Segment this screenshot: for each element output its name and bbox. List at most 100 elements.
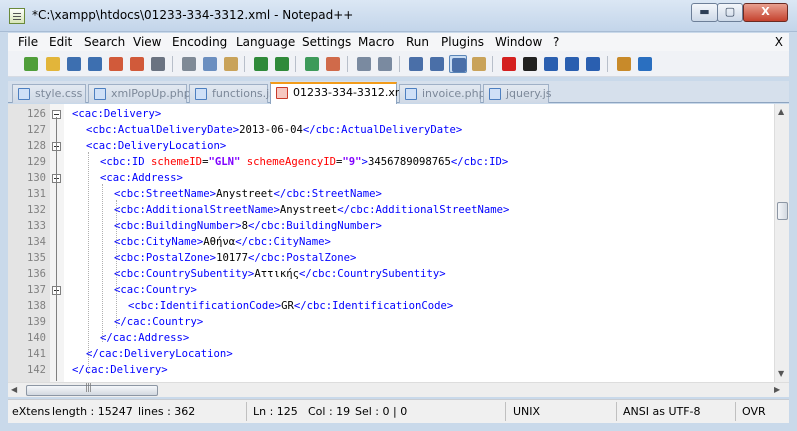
code-line[interactable]: 134 <cbc:CityName>Αθήνα</cbc:CityName> xyxy=(8,234,770,250)
code-token: <cac:DeliveryLocation> xyxy=(86,140,227,152)
status-selection: Sel : 0 | 0 xyxy=(355,405,408,418)
spellcheck-button[interactable] xyxy=(636,55,654,73)
menu-macro[interactable]: Macro xyxy=(358,35,394,49)
minimize-button[interactable]: ▬ xyxy=(691,3,718,22)
code-token: GR xyxy=(281,300,294,312)
menu-settings[interactable]: Settings xyxy=(302,35,351,49)
close-document-button[interactable]: X xyxy=(775,35,783,49)
code-line[interactable]: 140 </cac:Address> xyxy=(8,330,770,346)
horizontal-scroll-thumb[interactable] xyxy=(26,383,158,396)
code-text: <cac:Delivery> xyxy=(72,106,161,122)
zoom-out-icon xyxy=(378,57,392,71)
cut-button[interactable] xyxy=(180,55,198,73)
menu-view[interactable]: View xyxy=(133,35,161,49)
code-line[interactable]: 138 <cbc:IdentificationCode>GR</cbc:Ident… xyxy=(8,298,770,314)
new-file-button[interactable] xyxy=(22,55,40,73)
paste-button[interactable] xyxy=(222,55,240,73)
replace-button[interactable] xyxy=(324,55,342,73)
code-line[interactable]: 142 </cac:Delivery> xyxy=(8,362,770,378)
play-macro-icon xyxy=(544,57,558,71)
menu-encoding[interactable]: Encoding xyxy=(172,35,227,49)
redo-button[interactable] xyxy=(273,55,291,73)
code-token: <cbc:StreetName> xyxy=(114,188,217,200)
code-token: <cac:Country> xyxy=(114,284,197,296)
tab-invoice-php[interactable]: invoice.php xyxy=(399,84,486,103)
status-insert-mode: OVR xyxy=(742,405,766,418)
vertical-scroll-thumb[interactable] xyxy=(777,202,788,220)
code-line[interactable]: 141 </cac:DeliveryLocation> xyxy=(8,346,770,362)
menu-window[interactable]: Window xyxy=(495,35,542,49)
tab-xmlpopup-php[interactable]: xmlPopUp.php xyxy=(88,84,191,103)
code-line[interactable]: 126 <cac:Delivery> xyxy=(8,106,770,122)
close-button[interactable] xyxy=(107,55,125,73)
tab-jquery-js[interactable]: jquery.js xyxy=(483,84,552,103)
wrap-button[interactable] xyxy=(407,55,425,73)
scroll-up-icon[interactable]: ▲ xyxy=(778,107,784,117)
copy-button[interactable] xyxy=(201,55,219,73)
undo-button[interactable] xyxy=(252,55,270,73)
play-multiple-button[interactable] xyxy=(563,55,581,73)
code-line[interactable]: 136 <cbc:CountrySubentity>Αττικής</cbc:Co… xyxy=(8,266,770,282)
menu-help[interactable]: ? xyxy=(553,35,559,49)
close-window-button[interactable]: X xyxy=(743,3,788,22)
file-icon xyxy=(18,88,30,100)
stop-macro-icon xyxy=(523,57,537,71)
find-button[interactable] xyxy=(303,55,321,73)
stop-macro-button[interactable] xyxy=(521,55,539,73)
all-chars-button[interactable] xyxy=(428,55,446,73)
save-button[interactable] xyxy=(65,55,83,73)
plugin-button[interactable] xyxy=(615,55,633,73)
code-line[interactable]: 139 </cac:Country> xyxy=(8,314,770,330)
menu-run[interactable]: Run xyxy=(406,35,429,49)
save-macro-button[interactable] xyxy=(584,55,602,73)
code-token: 2013-06-04 xyxy=(239,124,303,136)
close-all-button[interactable] xyxy=(128,55,146,73)
status-bar: eXtens length : 15247 lines : 362 Ln : 1… xyxy=(8,399,789,423)
open-file-button[interactable] xyxy=(44,55,62,73)
menu-plugins[interactable]: Plugins xyxy=(441,35,484,49)
line-number: 140 xyxy=(27,332,46,344)
code-line[interactable]: 130 <cac:Address> xyxy=(8,170,770,186)
doc-map-icon xyxy=(472,57,486,71)
code-line[interactable]: 133 <cbc:BuildingNumber>8</cbc:BuildingNu… xyxy=(8,218,770,234)
code-line[interactable]: 131 <cbc:StreetName>Anystreet</cbc:Street… xyxy=(8,186,770,202)
print-icon xyxy=(151,57,165,71)
tab-style-css[interactable]: style.css xyxy=(12,84,86,103)
menu-language[interactable]: Language xyxy=(236,35,295,49)
menu-edit[interactable]: Edit xyxy=(49,35,72,49)
zoom-out-button[interactable] xyxy=(376,55,394,73)
toolbar-separator xyxy=(607,56,608,72)
code-line[interactable]: 132 <cbc:AdditionalStreetName>Anystreet</… xyxy=(8,202,770,218)
play-macro-button[interactable] xyxy=(542,55,560,73)
zoom-in-button[interactable] xyxy=(355,55,373,73)
editor[interactable]: ▲ ▼ 126 <cac:Delivery> 127 <cbc:ActualDeliv… xyxy=(8,104,789,382)
code-token: <cbc:PostalZone> xyxy=(114,252,217,264)
scroll-down-icon[interactable]: ▼ xyxy=(778,369,784,379)
save-all-icon xyxy=(88,57,102,71)
code-line[interactable]: 128 <cac:DeliveryLocation> xyxy=(8,138,770,154)
save-all-button[interactable] xyxy=(86,55,104,73)
indent-guide-button[interactable] xyxy=(449,55,467,73)
print-button[interactable] xyxy=(149,55,167,73)
record-macro-button[interactable] xyxy=(500,55,518,73)
code-line[interactable]: 129 <cbc:ID schemeID="GLN" schemeAgencyID… xyxy=(8,154,770,170)
window-title: *C:\xampp\htdocs\01233-334-3312.xml - No… xyxy=(32,8,354,22)
status-line: Ln : 125 xyxy=(253,405,298,418)
tab-functions-js[interactable]: functions.js xyxy=(189,84,275,103)
code-token: Αθήνα xyxy=(203,236,236,248)
vertical-scrollbar[interactable]: ▲ ▼ xyxy=(774,104,789,382)
code-text: </cac:Delivery> xyxy=(72,362,168,378)
save-macro-icon xyxy=(586,57,600,71)
doc-map-button[interactable] xyxy=(470,55,488,73)
scroll-right-icon[interactable]: ▶ xyxy=(774,385,780,395)
horizontal-scrollbar[interactable]: ◀ ▶ xyxy=(8,382,789,397)
menu-file[interactable]: File xyxy=(18,35,38,49)
code-line[interactable]: 137 <cac:Country> xyxy=(8,282,770,298)
tab-01233-334-3312-xml[interactable]: 01233-334-3312.xml xyxy=(270,82,409,104)
status-column: Col : 19 xyxy=(308,405,351,418)
scroll-left-icon[interactable]: ◀ xyxy=(11,385,17,395)
code-line[interactable]: 135 <cbc:PostalZone>10177</cbc:PostalZone… xyxy=(8,250,770,266)
code-line[interactable]: 127 <cbc:ActualDeliveryDate>2013-06-04</c… xyxy=(8,122,770,138)
maximize-button[interactable]: ▢ xyxy=(717,3,743,22)
menu-search[interactable]: Search xyxy=(84,35,125,49)
